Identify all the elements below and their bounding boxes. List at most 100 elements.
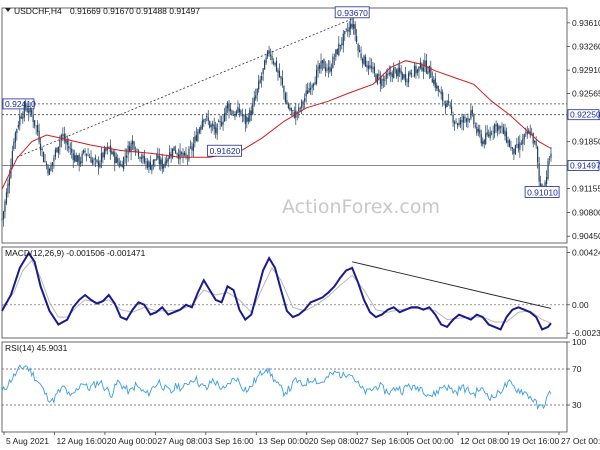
candle-body (259, 79, 261, 83)
candle-body (310, 87, 312, 90)
candle-body (491, 133, 493, 134)
price-tick-label: 0.92565 (572, 88, 600, 98)
candle-body (323, 59, 325, 69)
candle-body (14, 132, 16, 143)
candle-body (180, 152, 183, 154)
candle-body (5, 192, 8, 204)
candle-body (287, 104, 289, 108)
candle-body (413, 65, 416, 77)
candle-body (520, 143, 522, 145)
candle-body (358, 49, 361, 53)
candle-body (71, 148, 73, 153)
candle-body (353, 24, 355, 29)
candle-body (262, 68, 264, 75)
candle-body (505, 131, 508, 143)
candle-body (514, 145, 516, 155)
candle-body (241, 114, 243, 117)
candle-body (345, 29, 347, 30)
level-label: 0.91497 (570, 161, 600, 171)
candle-body (152, 159, 154, 166)
candle-body (339, 44, 341, 46)
candle-body (42, 151, 45, 163)
candle-body (390, 72, 392, 75)
x-tick-label: 3 Sep 16:00 (208, 436, 254, 446)
candle-body (418, 66, 420, 72)
candle-body (381, 79, 383, 87)
candle-body (176, 153, 178, 155)
price-tick-label: 0.91850 (572, 137, 600, 147)
candle-body (516, 144, 518, 146)
candle-body (145, 161, 147, 163)
candle-body (364, 56, 367, 67)
candle-body (250, 110, 252, 116)
annotation-label: 0.91010 (527, 187, 558, 197)
candle-body (163, 164, 165, 169)
x-tick-label: 12 Aug 16:00 (56, 436, 106, 446)
candle-body (200, 126, 202, 131)
candle-body (400, 70, 402, 75)
candle-body (494, 124, 496, 134)
annotation-label: 0.93670 (337, 8, 368, 18)
candle-body (183, 152, 186, 156)
candle-body (387, 74, 389, 76)
candle-body (482, 141, 484, 145)
candle-body (39, 143, 42, 151)
candle-body (427, 71, 429, 74)
x-tick-label: 5 Aug 2021 (6, 436, 49, 446)
candle-body (158, 155, 160, 165)
candle-body (96, 159, 98, 163)
candle-body (32, 114, 34, 122)
candle-body (114, 152, 116, 164)
candle-body (87, 155, 89, 156)
candle-body (31, 110, 33, 115)
candle-body (28, 110, 30, 114)
candle-body (278, 70, 281, 77)
candle-body (97, 161, 100, 167)
candle-body (326, 69, 328, 71)
watermark: ActionForex.com (282, 196, 440, 218)
candle-body (167, 158, 169, 162)
candle-body (422, 67, 424, 72)
candle-body (38, 130, 40, 143)
candle-body (94, 157, 97, 160)
candle-body (486, 132, 488, 135)
rsi-panel-frame (1, 341, 568, 433)
candle-body (525, 132, 527, 133)
candle-body (111, 150, 113, 155)
macd-tick-label: 0.00 (572, 300, 589, 310)
candle-body (35, 125, 37, 127)
candle-body (286, 100, 288, 105)
candle-body (81, 153, 83, 163)
candle-body (281, 77, 284, 85)
candle-body (77, 155, 79, 162)
candle-body (207, 117, 209, 121)
candle-body (154, 159, 156, 161)
candle-body (382, 79, 384, 81)
candle-body (338, 43, 340, 56)
candle-body (185, 153, 187, 157)
candle-body (118, 162, 120, 167)
x-tick-label: 13 Sep 00:00 (258, 436, 309, 446)
candle-body (133, 141, 135, 150)
candle-body (535, 141, 537, 146)
candle-body (523, 134, 525, 140)
candle-body (124, 155, 126, 157)
candle-body (271, 56, 273, 61)
candle-body (17, 124, 19, 128)
candle-body (483, 139, 485, 144)
candle-body (22, 116, 24, 119)
candle-body (4, 201, 6, 212)
candle-body (269, 54, 272, 57)
candle-body (308, 88, 310, 93)
candle-body (459, 119, 462, 125)
candle-body (449, 104, 451, 107)
candle-body (78, 154, 80, 166)
candle-body (348, 27, 350, 33)
candle-body (540, 183, 542, 186)
candle-body (244, 113, 246, 124)
candle-body (72, 153, 74, 161)
candle-body (221, 122, 223, 126)
candle-body (496, 123, 499, 132)
candle-body (143, 156, 146, 163)
candle-body (59, 139, 61, 148)
